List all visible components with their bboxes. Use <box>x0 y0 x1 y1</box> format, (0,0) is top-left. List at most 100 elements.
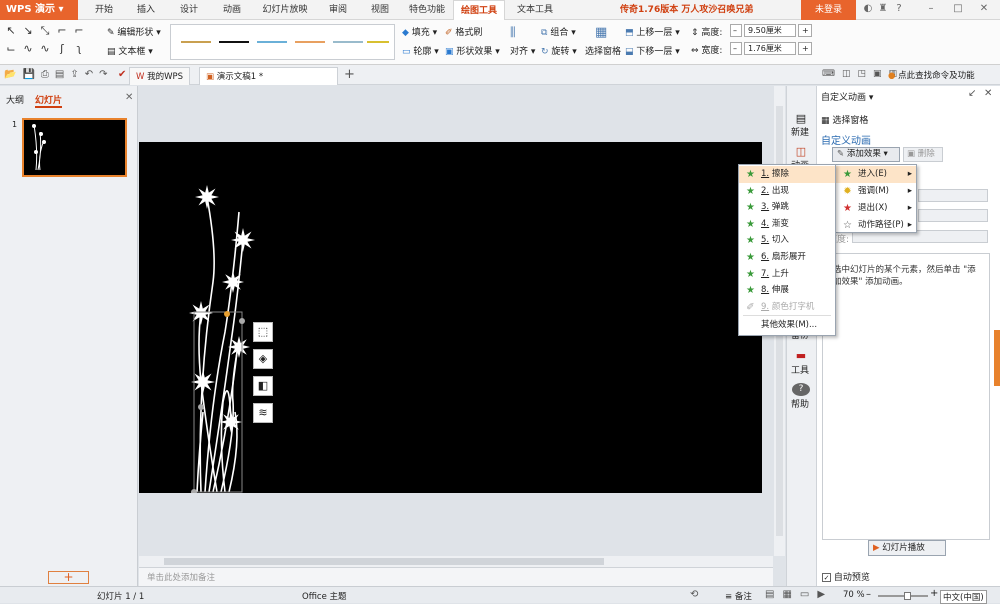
new-tab-button[interactable]: + <box>344 67 355 82</box>
tab-outline[interactable]: 大纲 <box>6 93 24 106</box>
close-panel-icon[interactable]: ✕ <box>125 92 133 103</box>
notes-area[interactable]: 单击此处添加备注 <box>139 567 773 586</box>
property-dropdown[interactable] <box>918 209 988 222</box>
entrance-effect-item[interactable]: 其他效果(M)... <box>739 317 835 334</box>
entrance-effect-item[interactable]: ★ 6. 扇形展开 <box>739 249 835 266</box>
help-icon[interactable]: ? <box>893 3 905 15</box>
line-style-5[interactable] <box>333 41 363 43</box>
entrance-effect-item[interactable]: ★ 4. 渐变 <box>739 216 835 233</box>
line-style-2[interactable] <box>219 41 249 43</box>
menu-emphasis[interactable]: ✹ 强调(M) ▸ <box>836 183 916 200</box>
resize-handle[interactable] <box>191 489 197 495</box>
width-decrease[interactable]: – <box>730 42 742 55</box>
help-strip-icon[interactable]: ? <box>792 383 810 396</box>
resize-handle[interactable] <box>198 404 204 410</box>
sorter-view-icon[interactable]: ▦ <box>782 589 791 600</box>
rotate-view-icon[interactable]: ⟲ <box>690 589 698 600</box>
curve-connector-icon[interactable]: ∿ <box>21 42 35 56</box>
width-increase[interactable]: + <box>798 42 812 55</box>
width-input[interactable]: 1.76厘米 <box>744 42 796 55</box>
pane-title[interactable]: 自定义动画 ▾ <box>821 90 873 103</box>
select-pane-button[interactable]: 选择窗格 <box>585 44 621 57</box>
format-brush-button[interactable]: ✐ 格式刷 <box>445 25 482 38</box>
entrance-effect-item[interactable]: ★ 8. 伸展 <box>739 282 835 299</box>
rotate-button[interactable]: ↻ 旋转 ▾ <box>541 44 577 57</box>
menu-entrance[interactable]: ★ 进入(E) ▸ <box>836 166 916 183</box>
tab-document[interactable]: ▣ 演示文稿1 * <box>199 67 338 85</box>
line-style-6[interactable] <box>367 41 389 43</box>
line-style-4[interactable] <box>295 41 325 43</box>
slide-thumbnail[interactable] <box>22 118 127 177</box>
zoom-in-icon[interactable]: + <box>930 588 938 599</box>
reading-view-icon[interactable]: ▭ <box>800 589 809 600</box>
text-box-button[interactable]: ▤ 文本框 ▾ <box>107 44 153 57</box>
curve-shape-icon[interactable]: ʅ <box>72 42 86 56</box>
line-style-1[interactable] <box>181 41 211 43</box>
pane-pin-icon[interactable]: ↙ <box>968 88 976 99</box>
elbow-double-icon[interactable]: ⌙ <box>4 42 18 56</box>
animation-list[interactable]: 选中幻灯片的某个元素，然后单击 "添加效果" 添加动画。 <box>822 253 990 540</box>
h-scroll-thumb[interactable] <box>164 558 604 565</box>
zoom-out-icon[interactable]: – <box>866 589 871 600</box>
menu-slideshow[interactable]: 幻灯片放映 <box>258 0 312 20</box>
height-input[interactable]: 9.50厘米 <box>744 24 796 37</box>
curve-double-icon[interactable]: ʃ <box>55 42 69 56</box>
add-effect-button[interactable]: ✎ 添加效果 ▾ <box>832 147 900 162</box>
line-shape-icon[interactable]: ↖ <box>4 24 18 38</box>
line-style-3[interactable] <box>257 41 287 43</box>
pane-close-icon[interactable]: ✕ <box>984 88 992 99</box>
skin-icon[interactable]: ◐ <box>862 3 874 15</box>
zoom-slider-thumb[interactable] <box>904 592 911 600</box>
fill-float-icon[interactable]: ◈ <box>253 349 273 369</box>
start-dropdown[interactable] <box>918 189 988 202</box>
slide-canvas[interactable] <box>139 142 762 495</box>
ime-indicator[interactable]: 中文(中国) <box>940 590 987 604</box>
close-icon[interactable]: ✕ <box>978 3 990 15</box>
edit-shape-float-icon[interactable]: ⬚ <box>253 322 273 342</box>
menu-features[interactable]: 特色功能 <box>403 0 451 20</box>
double-arrow-shape-icon[interactable]: ⤡ <box>38 24 52 38</box>
tools-icon[interactable]: ▬ <box>792 349 810 362</box>
menu-animation[interactable]: 动画 <box>216 0 248 20</box>
line-style-gallery[interactable] <box>170 24 395 60</box>
outline-button[interactable]: ▭ 轮廓 ▾ <box>402 44 439 57</box>
menu-home[interactable]: 开始 <box>88 0 120 20</box>
strip-new[interactable]: 新建 <box>791 125 809 138</box>
height-decrease[interactable]: – <box>730 24 742 37</box>
align-button[interactable]: 对齐 ▾ <box>510 44 535 57</box>
elbow-connector-icon[interactable]: ⌐ <box>55 24 69 38</box>
shape-effect-button[interactable]: ▣ 形状效果 ▾ <box>445 44 500 57</box>
outline-float-icon[interactable]: ◧ <box>253 376 273 396</box>
export-icon[interactable]: ⇪ <box>70 69 78 80</box>
undo-icon[interactable]: ↶ <box>85 69 93 80</box>
tool-icon-1[interactable]: ⌨ <box>822 69 835 79</box>
preview-icon[interactable]: ▤ <box>55 69 64 80</box>
menu-drawing-tools[interactable]: 绘图工具 <box>453 0 505 20</box>
menu-review[interactable]: 审阅 <box>322 0 354 20</box>
add-slide-button[interactable]: + <box>48 571 89 584</box>
open-icon[interactable]: 📂 <box>4 69 16 80</box>
menu-text-tools[interactable]: 文本工具 <box>509 0 561 20</box>
entrance-effect-item[interactable]: ★ 2. 出现 <box>739 183 835 200</box>
layers-float-icon[interactable]: ≋ <box>253 403 273 423</box>
curve-arrow-icon[interactable]: ∿ <box>38 42 52 56</box>
menu-motion-path[interactable]: ☆ 动作路径(P) ▸ <box>836 217 916 234</box>
arrow-shape-icon[interactable]: ↘ <box>21 24 35 38</box>
entrance-effect-item[interactable]: ★ 1. 擦除 <box>739 166 835 183</box>
tool-icon-3[interactable]: ◳ <box>858 69 867 79</box>
entrance-effect-item[interactable]: ✐ 9. 颜色打字机 <box>739 299 835 316</box>
notes-toggle[interactable]: ≡ 备注 <box>725 590 752 602</box>
redo-icon[interactable]: ↷ <box>99 69 107 80</box>
menu-exit[interactable]: ★ 退出(X) ▸ <box>836 200 916 217</box>
entrance-effect-item[interactable]: ★ 3. 弹跳 <box>739 199 835 216</box>
save-icon[interactable]: 💾 <box>22 69 34 80</box>
select-pane-link[interactable]: ▦ 选择窗格 <box>821 113 868 126</box>
tool-icon-2[interactable]: ◫ <box>842 69 851 79</box>
entrance-effect-item[interactable]: ★ 7. 上升 <box>739 266 835 283</box>
group-button[interactable]: ⧉ 组合 ▾ <box>541 25 576 38</box>
animation-icon[interactable]: ◫ <box>792 145 810 158</box>
rotate-handle[interactable] <box>224 311 230 317</box>
horizontal-scrollbar[interactable] <box>139 556 773 567</box>
print-icon[interactable]: ⎙ <box>41 69 49 80</box>
height-increase[interactable]: + <box>798 24 812 37</box>
